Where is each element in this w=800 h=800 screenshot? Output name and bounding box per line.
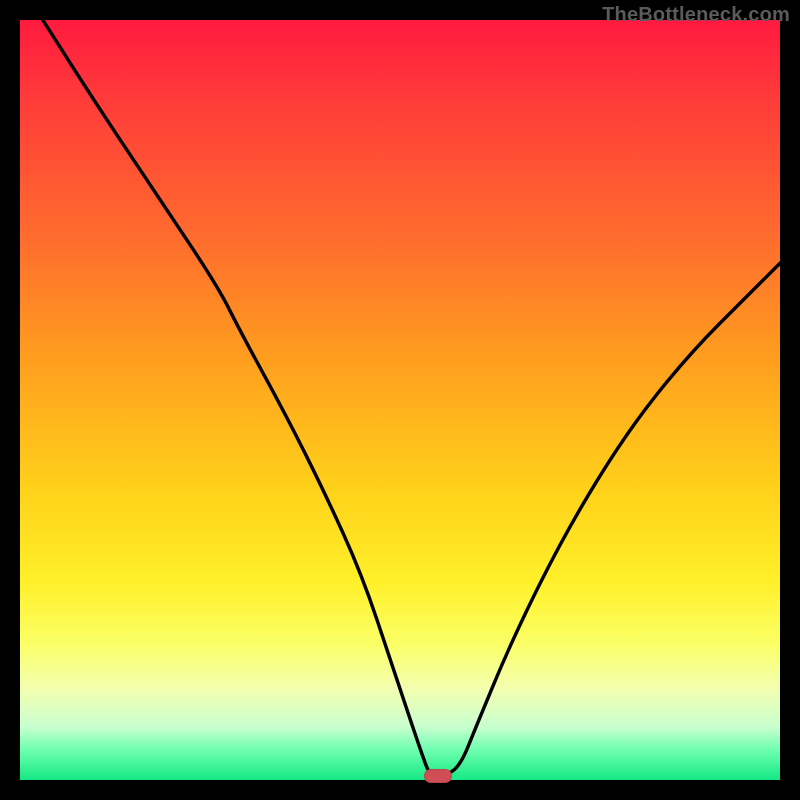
- chart-frame: TheBottleneck.com: [0, 0, 800, 800]
- optimal-marker: [424, 769, 452, 783]
- bottleneck-curve-path: [43, 20, 780, 776]
- curve-svg: [20, 20, 780, 780]
- plot-area: [20, 20, 780, 780]
- watermark-text: TheBottleneck.com: [602, 4, 790, 27]
